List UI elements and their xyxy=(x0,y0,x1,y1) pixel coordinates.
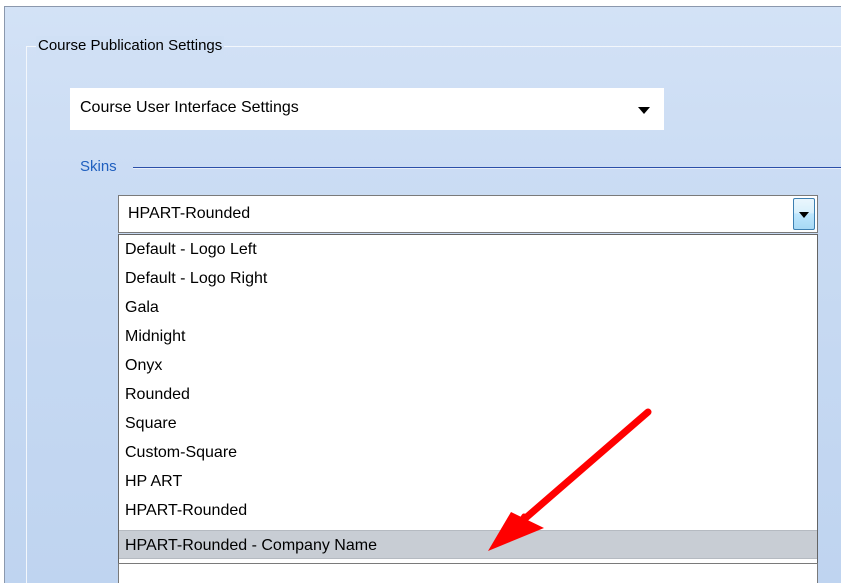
chevron-down-icon[interactable] xyxy=(638,107,650,114)
groupbox-title: Course Publication Settings xyxy=(36,36,225,56)
skins-section-label: Skins xyxy=(80,158,117,175)
dropdown-option-hpart-rounded[interactable]: HPART-Rounded xyxy=(119,496,817,525)
underlying-input-field xyxy=(118,563,818,583)
skin-select[interactable]: HPART-Rounded xyxy=(118,195,818,233)
dropdown-option-custom-square[interactable]: Custom-Square xyxy=(119,438,817,467)
dropdown-option-hp-art[interactable]: HP ART xyxy=(119,467,817,496)
dropdown-option-hpart-rounded-company-name[interactable]: HPART-Rounded - Company Name xyxy=(119,530,817,559)
skin-select-dropdown-button[interactable] xyxy=(793,198,815,230)
skin-select-value: HPART-Rounded xyxy=(128,205,251,222)
settings-category-value: Course User Interface Settings xyxy=(80,99,299,116)
skins-divider-highlight xyxy=(133,168,841,169)
dropdown-option-midnight[interactable]: Midnight xyxy=(119,322,817,351)
chevron-down-icon xyxy=(799,212,809,218)
dropdown-option-default-logo-left[interactable]: Default - Logo Left xyxy=(119,235,817,264)
settings-category-select[interactable]: Course User Interface Settings xyxy=(70,88,664,130)
skin-dropdown-list: Default - Logo Left Default - Logo Right… xyxy=(118,234,818,564)
dropdown-option-gala[interactable]: Gala xyxy=(119,293,817,322)
dropdown-option-default-logo-right[interactable]: Default - Logo Right xyxy=(119,264,817,293)
groupbox-border-left xyxy=(26,46,27,583)
dropdown-option-rounded[interactable]: Rounded xyxy=(119,380,817,409)
dropdown-option-square[interactable]: Square xyxy=(119,409,817,438)
dropdown-option-onyx[interactable]: Onyx xyxy=(119,351,817,380)
